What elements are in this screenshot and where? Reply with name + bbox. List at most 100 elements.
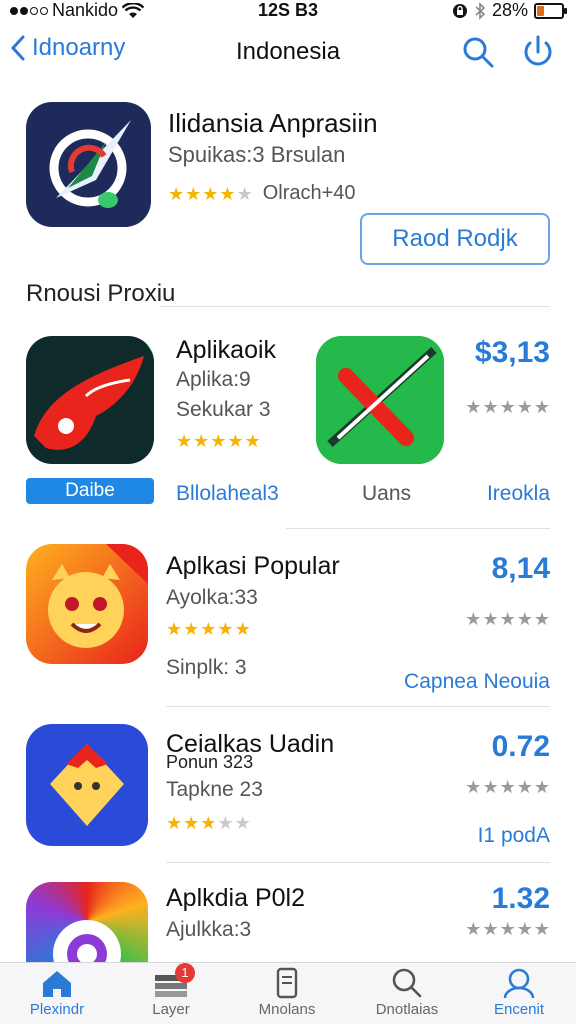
star-icon: ★	[465, 919, 482, 939]
app-link[interactable]: Ireokla	[487, 482, 550, 506]
divider	[286, 528, 550, 529]
app-icon-dragon[interactable]	[26, 336, 154, 464]
star-icon: ★	[516, 919, 533, 939]
star-rating: ★ ★ ★ ★ ★	[465, 778, 550, 796]
tab-bar: Plexindr 1 Layer Mnolans Dnotlaias Encen…	[0, 962, 576, 1024]
shield-icon	[50, 744, 124, 826]
bookmark-icon	[276, 967, 298, 999]
status-right: 28%	[452, 0, 567, 21]
cat-face-icon	[48, 544, 148, 648]
user-icon	[503, 968, 535, 999]
app-rating: ★ ★ ★ ★ ★	[176, 432, 261, 452]
notification-badge: 1	[175, 963, 195, 983]
star-rating: ★ ★ ★ ★ ★	[176, 432, 261, 450]
star-icon: ★	[533, 919, 550, 939]
star-icon: ★	[200, 619, 217, 639]
tab-layer[interactable]: 1 Layer	[116, 963, 226, 1023]
star-icon: ★	[185, 183, 202, 204]
star-icon: ★	[533, 609, 550, 629]
star-icon: ★	[482, 777, 499, 797]
star-icon: ★	[234, 813, 251, 833]
app-price[interactable]: 0.72	[492, 730, 550, 764]
star-icon: ★	[465, 609, 482, 629]
app-rating: ★ ★ ★ ★ ★	[166, 620, 251, 640]
tab-label: Plexindr	[29, 1001, 85, 1018]
star-icon: ★	[168, 183, 185, 204]
star-rating: ★ ★ ★ ★ ★	[166, 814, 251, 832]
star-icon: ★	[482, 609, 499, 629]
star-icon: ★	[516, 609, 533, 629]
app-rating: ★ ★ ★ ★ ★	[465, 398, 550, 418]
star-icon: ★	[465, 777, 482, 797]
star-icon: ★	[202, 183, 219, 204]
app-rating: ★ ★ ★ ★ ★	[465, 610, 550, 630]
tab-home[interactable]: Plexindr	[2, 967, 112, 1023]
app-subtitle: Aplika:9	[176, 368, 251, 391]
featured-app-title: Ilidansia Anprasiin	[168, 108, 378, 138]
app-icon-cat[interactable]	[26, 544, 148, 664]
status-bar: Nankido 12S B3 28%	[0, 0, 576, 22]
tab-mnolans[interactable]: Mnolans	[232, 967, 342, 1023]
featured-app-icon[interactable]	[26, 102, 151, 227]
star-rating: ★ ★ ★ ★ ★	[465, 920, 550, 938]
app-subtitle: Sekukar 3	[176, 398, 271, 421]
tab-label: Encenit	[493, 1001, 545, 1018]
app-subtitle: Tapkne 23	[166, 778, 263, 801]
star-icon: ★	[499, 919, 516, 939]
app-rating: ★ ★ ★ ★ ★	[465, 920, 550, 940]
compass-logo-icon	[49, 120, 131, 208]
divider	[166, 706, 550, 707]
app-link[interactable]: Capnea Neouia	[404, 670, 550, 694]
app-icon-shield[interactable]	[26, 724, 148, 846]
app-price[interactable]: $3,13	[475, 336, 550, 370]
app-price[interactable]: 8,14	[492, 552, 550, 586]
app-subtitle: Ajulkka:3	[166, 918, 252, 941]
search-icon[interactable]	[460, 34, 496, 70]
bluetooth-icon	[475, 1, 486, 20]
star-icon: ★	[227, 431, 244, 451]
star-icon: ★	[234, 619, 251, 639]
star-icon: ★	[166, 619, 183, 639]
app-title: Aplikaoik	[176, 336, 277, 364]
star-icon: ★	[499, 609, 516, 629]
star-icon: ★	[183, 813, 200, 833]
app-subtitle: Ayolka:33	[166, 586, 258, 609]
lock-rotation-icon	[452, 3, 467, 18]
star-rating: ★ ★ ★ ★ ★	[465, 610, 550, 628]
tab-search[interactable]: Dnotlaias	[352, 967, 462, 1023]
app-title: Aplkdia P0l2	[166, 884, 305, 912]
star-icon: ★	[210, 431, 227, 451]
star-icon: ★	[516, 397, 533, 417]
tab-label: Dnotlaias	[375, 1001, 439, 1018]
star-icon: ★	[200, 813, 217, 833]
star-icon: ★	[183, 619, 200, 639]
star-icon: ★	[499, 777, 516, 797]
app-subtitle: Sinplk: 3	[166, 656, 247, 679]
tab-label: Layer	[152, 1001, 190, 1018]
star-icon: ★	[465, 397, 482, 417]
app-price[interactable]: 1.32	[492, 882, 550, 916]
app-icon-ring[interactable]	[26, 882, 148, 962]
battery-icon	[534, 2, 567, 19]
star-icon: ★	[176, 431, 193, 451]
star-icon: ★	[533, 777, 550, 797]
app-caption[interactable]: Bllolaheal3	[176, 482, 279, 506]
tab-account[interactable]: Encenit	[464, 967, 574, 1023]
stack-icon: 1	[153, 963, 195, 999]
app-badge[interactable]: Daibe	[26, 478, 154, 504]
app-title: Aplkasi Popular	[166, 552, 340, 580]
tab-label: Mnolans	[258, 1001, 316, 1018]
app-icon-cross[interactable]	[316, 336, 444, 464]
cross-icon	[316, 336, 444, 464]
star-icon: ★	[166, 813, 183, 833]
star-icon: ★	[499, 397, 516, 417]
power-icon[interactable]	[520, 34, 556, 70]
star-icon: ★	[244, 431, 261, 451]
divider	[160, 306, 550, 307]
home-icon	[43, 971, 71, 997]
app-rating: ★ ★ ★ ★ ★	[465, 778, 550, 798]
app-link[interactable]: I1 podA	[478, 824, 550, 848]
navigation-bar: Idnoarny Indonesia	[0, 28, 576, 76]
star-icon: ★	[217, 619, 234, 639]
featured-app-button[interactable]: Raod Rodjk	[360, 213, 550, 265]
